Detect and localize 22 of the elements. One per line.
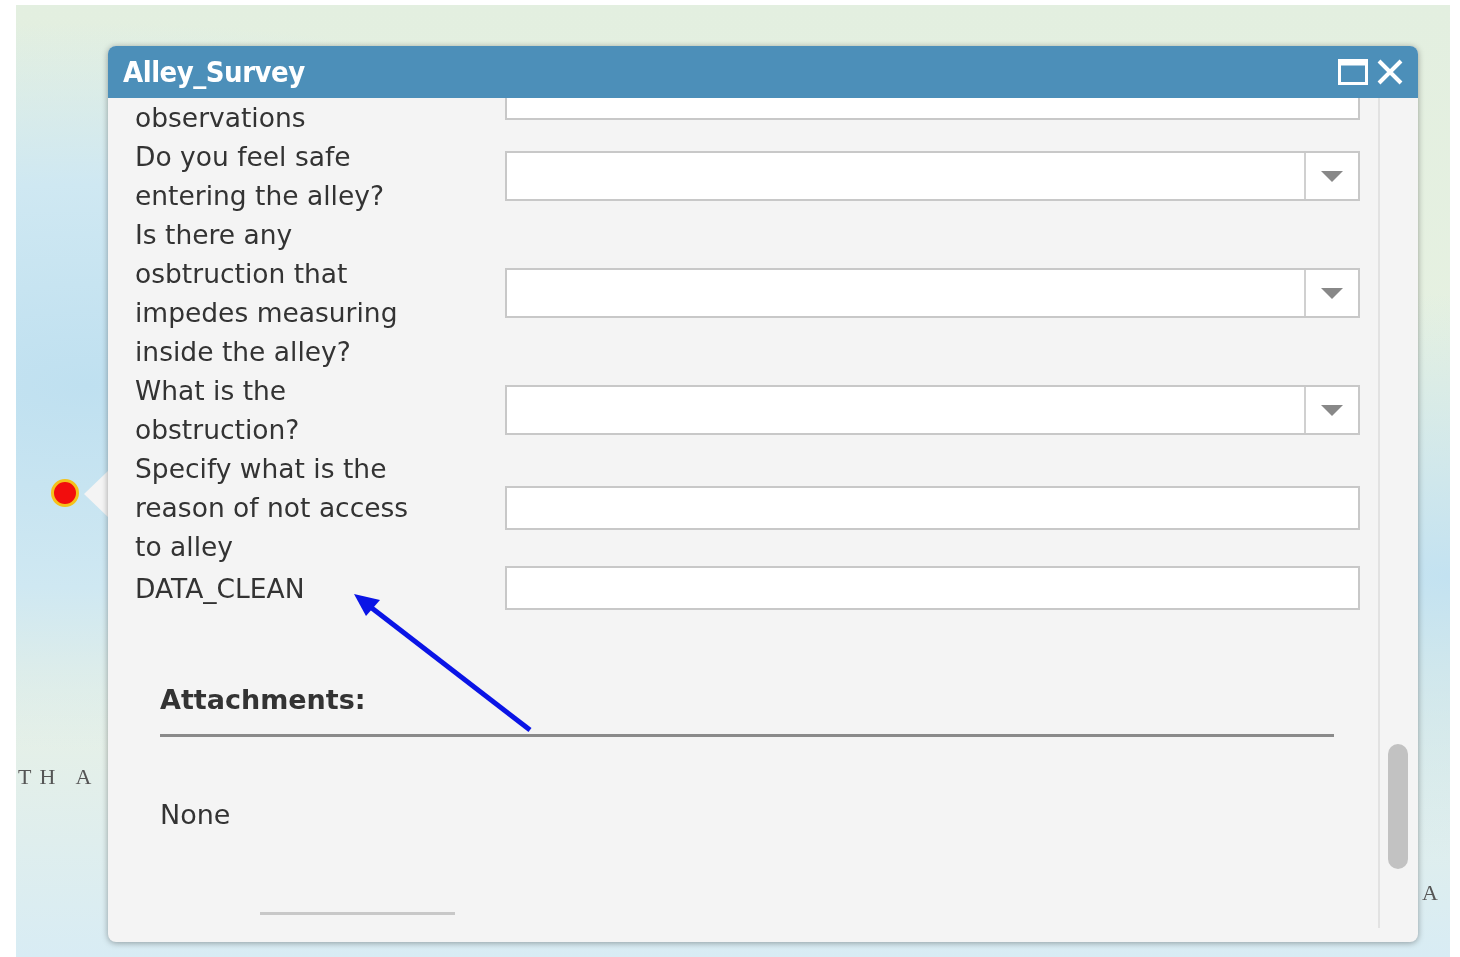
dropdown-field[interactable] [505, 385, 1360, 435]
attachments-value: None [160, 799, 232, 830]
close-icon [1376, 58, 1404, 86]
dropdown-field[interactable] [505, 268, 1360, 318]
field-label: Do you feel safe entering the alley? [135, 140, 386, 213]
maximize-icon [1338, 59, 1368, 85]
field-label: DATA_CLEAN [135, 571, 306, 606]
field-label: Specify what is the reason of not access to alley [135, 452, 410, 564]
caret-icon [1321, 287, 1343, 299]
field-label: observations [135, 101, 307, 135]
window-title: Alley_Survey [123, 55, 306, 89]
map-label: TH A [18, 764, 100, 790]
caret-icon [1321, 404, 1343, 416]
attachments-heading: Attachments: [160, 683, 367, 717]
input-field[interactable] [505, 566, 1360, 610]
input-field[interactable] [505, 485, 1360, 530]
scrollbar-thumb[interactable] [1388, 744, 1408, 869]
map-label: A [1422, 880, 1446, 906]
field-label: What is the obstruction? [135, 374, 301, 447]
caret-icon [1321, 170, 1343, 182]
field-label: Is there any osbtruction that impedes measuring inside the alley? [135, 218, 399, 369]
dropdown-field[interactable] [505, 151, 1360, 201]
